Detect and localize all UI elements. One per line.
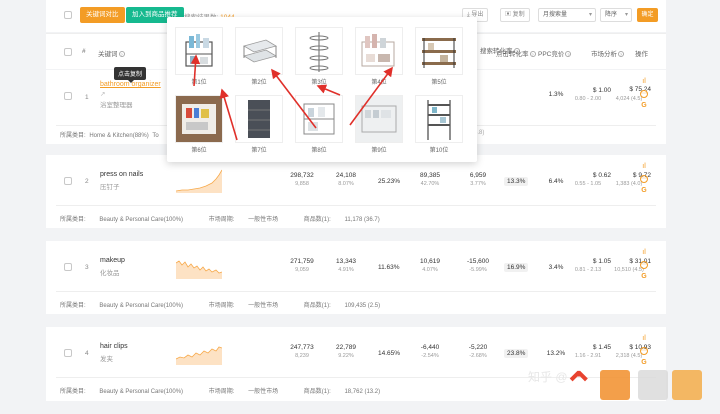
watermark-logo: ⌃ <box>562 364 702 410</box>
annotation-arrows <box>190 54 393 141</box>
svg-text:⌃: ⌃ <box>562 364 596 410</box>
